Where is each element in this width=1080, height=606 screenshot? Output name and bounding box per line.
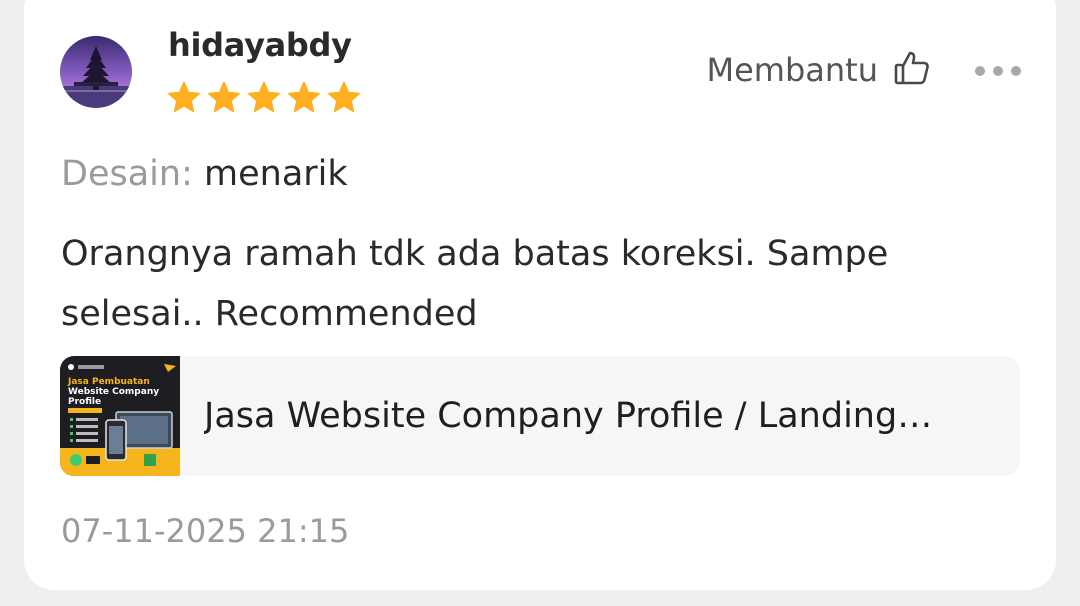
review-attribute: Desain: menarik xyxy=(61,152,348,196)
thumb-heading-2: Website Company xyxy=(68,387,159,397)
thumb-heading-1: Jasa Pembuatan xyxy=(67,377,150,387)
star-icon xyxy=(168,81,200,113)
helpful-label: Membantu xyxy=(706,51,879,89)
review-text: Orangnya ramah tdk ada batas koreksi. Sa… xyxy=(61,234,889,334)
star-icon xyxy=(208,81,240,113)
thumb-heading-3: Profile xyxy=(68,397,101,407)
star-icon xyxy=(288,81,320,113)
star-icon xyxy=(248,81,280,113)
more-options-icon[interactable] xyxy=(970,56,1026,86)
helpful-button[interactable]: Membantu xyxy=(707,48,933,92)
product-title: Jasa Website Company Profile / Landing… xyxy=(204,396,933,436)
review-timestamp: 07-11-2025 21:15 xyxy=(61,512,350,550)
product-thumbnail: Jasa Pembuatan Website Company Profile xyxy=(60,356,180,476)
review-card: hidayabdy Membantu Desain: menarik Orang… xyxy=(24,0,1056,590)
attribute-value: menarik xyxy=(204,154,348,194)
reviewer-username[interactable]: hidayabdy xyxy=(168,26,352,64)
star-rating xyxy=(166,80,362,116)
product-link[interactable]: Jasa Pembuatan Website Company Profile J… xyxy=(60,356,1020,476)
star-icon xyxy=(328,81,360,113)
attribute-key: Desain: xyxy=(61,154,193,194)
thumbs-up-icon xyxy=(892,48,932,92)
user-avatar[interactable] xyxy=(60,36,132,108)
